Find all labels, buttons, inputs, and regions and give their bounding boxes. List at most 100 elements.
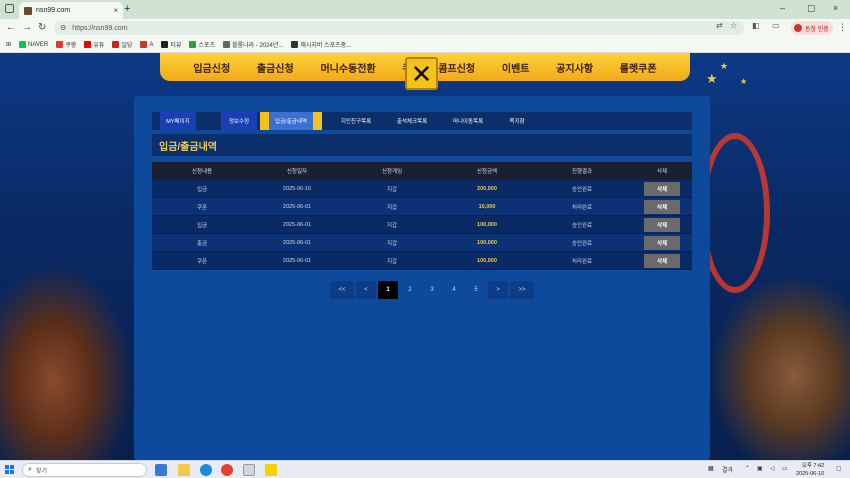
- table-cell-game: 지갑: [386, 258, 398, 265]
- table-cell-game: 지갑: [386, 222, 398, 229]
- weather-label: 결과: [722, 468, 734, 474]
- bookmark-icon: [140, 41, 148, 48]
- last-page-button[interactable]: >>: [510, 281, 534, 299]
- maximize-icon[interactable]: ▢: [807, 3, 816, 14]
- reload-icon[interactable]: ↻: [38, 22, 46, 33]
- page-content: ★ ★ ★ 입금신청출금신청머니수동전환쿠콤프신청이벤트공지사항룰렛쿠폰 ✕ M…: [0, 53, 850, 460]
- extensions-icon[interactable]: ◧: [752, 21, 760, 30]
- subtab-item[interactable]: 입금/출금내역: [260, 112, 322, 130]
- table-cell-date: 2025-06-01: [282, 221, 312, 228]
- bookmark-item[interactable]: 티뷰: [161, 40, 181, 49]
- nav-item[interactable]: 입금신청: [193, 60, 230, 75]
- nav-item[interactable]: 출금신청: [257, 60, 294, 75]
- table-cell-amount: 200,000: [477, 185, 497, 192]
- more-menu-icon[interactable]: ⋮: [838, 22, 847, 33]
- bookmark-item[interactable]: NAVER: [19, 41, 48, 48]
- notification-icon[interactable]: ▢: [836, 465, 842, 472]
- table-cell-status: 승인완료: [571, 240, 593, 247]
- bookmark-icon: [84, 41, 92, 48]
- volume-icon[interactable]: ◁: [770, 465, 775, 472]
- table-header: 신청내용 신청일자 신청게임 신청금액 진행결과 삭제: [152, 162, 692, 180]
- star-icon: ★: [740, 77, 748, 86]
- taskbar-search-input[interactable]: ⌕ 찾기: [22, 463, 147, 477]
- subtab-item[interactable]: MY페이지: [160, 112, 196, 130]
- close-tab-icon[interactable]: ×: [113, 6, 118, 15]
- first-page-button[interactable]: <<: [330, 281, 354, 299]
- delete-button[interactable]: 삭제: [644, 217, 680, 232]
- kakaotalk-icon[interactable]: [265, 464, 277, 476]
- profile-label: 동창 인증: [805, 26, 829, 33]
- page-number-button[interactable]: 3: [422, 281, 442, 299]
- table-cell-amount: 100,000: [477, 239, 497, 246]
- file-explorer-icon[interactable]: [178, 464, 190, 476]
- back-icon[interactable]: ←: [6, 22, 16, 33]
- nav-item[interactable]: 공지사항: [556, 60, 593, 75]
- weather-icon[interactable]: ▦: [708, 465, 714, 472]
- table-column-header: 신청게임: [381, 169, 403, 175]
- bookmark-item[interactable]: 스포츠: [189, 40, 215, 49]
- bookmark-label: 유튜: [93, 43, 105, 49]
- table-cell-amount: 100,000: [477, 257, 497, 264]
- delete-button[interactable]: 삭제: [644, 253, 680, 268]
- bookmark-item[interactable]: 블룸나라 - 2024년...: [223, 40, 283, 49]
- close-window-icon[interactable]: ×: [833, 3, 838, 13]
- bookmark-item[interactable]: 일당: [112, 40, 132, 49]
- bookmark-label: 일당: [121, 43, 133, 49]
- new-tab-button[interactable]: +: [124, 3, 130, 15]
- subtab-item[interactable]: 쪽지함: [497, 112, 537, 130]
- profile-button[interactable]: 동창 인증: [791, 21, 833, 35]
- subtab-item[interactable]: 정보수정: [221, 112, 257, 130]
- subtab-item[interactable]: 지인친구목록: [329, 112, 383, 130]
- minimize-icon[interactable]: –: [780, 3, 785, 13]
- nav-item[interactable]: 콤프신청: [438, 60, 475, 75]
- nav-item[interactable]: 이벤트: [502, 60, 530, 75]
- site-settings-icon[interactable]: ⚙: [60, 24, 66, 32]
- table-cell-action: 삭제: [632, 235, 692, 250]
- page-number-button[interactable]: 2: [400, 281, 420, 299]
- bookmark-item[interactable]: 유튜: [84, 40, 104, 49]
- clock[interactable]: 오후 7:42 2025-06-10: [796, 462, 824, 478]
- subtab-item[interactable]: 출석체크목록: [385, 112, 439, 130]
- network-icon[interactable]: ▣: [757, 465, 763, 472]
- chrome-active-icon[interactable]: [243, 464, 255, 476]
- subtab-item[interactable]: 머니이동목록: [441, 112, 495, 130]
- tab-title: nsn99.com: [36, 7, 71, 14]
- table-row: 쿠폰 2025-06-01 지갑 100,000 처리완료 삭제: [152, 252, 692, 270]
- bookmark-icon: [19, 41, 27, 48]
- nav-item[interactable]: 룰렛쿠폰: [620, 60, 657, 75]
- chrome-icon[interactable]: [221, 464, 233, 476]
- windows-start-icon[interactable]: [5, 465, 14, 474]
- delete-button[interactable]: 삭제: [644, 235, 680, 250]
- url-input[interactable]: ⚙ https://nsn99.com: [54, 21, 744, 35]
- nav-item[interactable]: 머니수동전환: [320, 60, 375, 75]
- page-number-button[interactable]: 5: [466, 281, 486, 299]
- character-illustration-right: [708, 273, 850, 460]
- close-icon[interactable]: ✕: [405, 57, 438, 90]
- taskview-icon[interactable]: [155, 464, 167, 476]
- page-number-button[interactable]: 1: [378, 281, 398, 299]
- next-page-button[interactable]: >: [488, 281, 508, 299]
- bookmark-item[interactable]: 쿠팡: [56, 40, 76, 49]
- forward-icon[interactable]: →: [22, 22, 32, 33]
- bookmark-item[interactable]: A: [140, 41, 153, 48]
- bookmark-star-icon[interactable]: ☆: [730, 21, 737, 30]
- delete-button[interactable]: 삭제: [644, 181, 680, 196]
- tray-chevron-icon[interactable]: ⌃: [745, 465, 750, 472]
- bookmark-item[interactable]: 해시지버 스포츠중...: [291, 40, 351, 49]
- edge-icon[interactable]: [200, 464, 212, 476]
- tab-list-icon[interactable]: [5, 4, 14, 13]
- prev-page-button[interactable]: <: [356, 281, 376, 299]
- bookmark-label: 블룸나라 - 2024년...: [232, 43, 284, 49]
- pagination: << <1 2 3 4 5 > >>: [330, 281, 536, 299]
- avatar: [794, 24, 802, 32]
- page-number-button[interactable]: 4: [444, 281, 464, 299]
- star-icon: ★: [706, 71, 718, 86]
- apps-grid-icon[interactable]: ⊞: [6, 41, 11, 48]
- translate-icon[interactable]: ⇄: [716, 21, 723, 30]
- delete-button[interactable]: 삭제: [644, 199, 680, 214]
- side-panel-icon[interactable]: ▭: [772, 21, 780, 30]
- table-cell-action: 삭제: [632, 217, 692, 232]
- browser-tab[interactable]: nsn99.com ×: [19, 2, 123, 19]
- battery-icon[interactable]: ▭: [782, 465, 788, 472]
- table-cell-status: 처리완료: [571, 204, 593, 211]
